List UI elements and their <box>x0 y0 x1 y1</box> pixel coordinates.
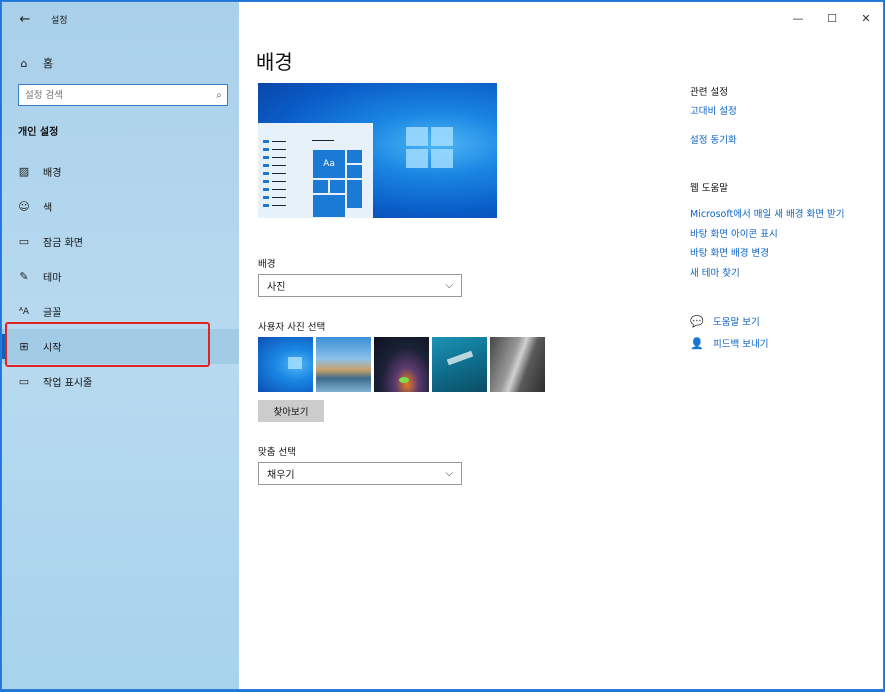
font-icon: ᴬA <box>18 306 30 317</box>
selection-indicator <box>2 334 5 359</box>
high-contrast-link[interactable]: 고대비 설정 <box>690 103 737 117</box>
background-label: 배경 <box>258 259 276 270</box>
back-button[interactable]: ← <box>14 8 36 30</box>
background-dropdown-value: 사진 <box>267 282 286 293</box>
home-nav-item[interactable]: ⌂ 홈 <box>2 50 239 76</box>
sidebar-item-lock-screen[interactable]: ▭ 잠금 화면 <box>2 224 239 259</box>
home-icon: ⌂ <box>20 56 28 70</box>
back-arrow-icon: ← <box>19 11 31 27</box>
sidebar-item-label: 시작 <box>43 343 62 354</box>
find-themes-link[interactable]: 새 테마 찾기 <box>690 265 740 279</box>
thumbnail-windows[interactable] <box>258 337 313 392</box>
tiles-preview: Aa <box>312 145 368 218</box>
sync-settings-link[interactable]: 설정 동기화 <box>690 132 737 146</box>
daily-wallpaper-link[interactable]: Microsoft에서 매일 새 배경 화면 받기 <box>690 206 844 220</box>
sidebar-item-colors[interactable]: ☺ 색 <box>2 189 239 224</box>
fit-label: 맞춤 선택 <box>258 447 296 458</box>
sidebar-item-themes[interactable]: ✎ 테마 <box>2 259 239 294</box>
sidebar-item-label: 글꼴 <box>43 308 62 319</box>
feedback-link[interactable]: 피드백 보내기 <box>713 336 768 350</box>
sidebar-item-label: 배경 <box>43 168 62 179</box>
start-menu-preview: Aa <box>258 123 373 218</box>
change-background-link[interactable]: 바탕 화면 배경 변경 <box>690 245 769 259</box>
fit-dropdown-value: 채우기 <box>267 470 295 481</box>
fit-dropdown[interactable]: 채우기 ⌵ <box>258 462 462 485</box>
lock-screen-icon: ▭ <box>18 235 30 248</box>
thumbnail-rock[interactable] <box>490 337 545 392</box>
preview-tile: Aa <box>312 149 346 179</box>
sidebar-item-label: 잠금 화면 <box>43 238 83 249</box>
sidebar-nav: ▨ 배경 ☺ 색 ▭ 잠금 화면 ✎ 테마 ᴬA 글꼴 ⊞ 시작 ▭ 작업 표시… <box>2 154 239 399</box>
background-preview: Aa <box>258 83 497 218</box>
sidebar-item-label: 작업 표시줄 <box>43 378 93 389</box>
get-help-link[interactable]: 도움말 보기 <box>713 314 760 328</box>
thumbnail-underwater[interactable] <box>432 337 487 392</box>
app-title: 설정 <box>51 16 68 26</box>
taskbar-icon: ▭ <box>18 375 30 388</box>
choose-picture-label: 사용자 사진 선택 <box>258 322 326 333</box>
thumbnail-beach[interactable] <box>316 337 371 392</box>
help-chat-icon: 💬 <box>690 314 704 328</box>
related-settings-title: 관련 설정 <box>690 87 728 98</box>
theme-brush-icon: ✎ <box>19 270 29 283</box>
thumbnail-night-sky[interactable] <box>374 337 429 392</box>
main-content: 배경 Aa 배경 사진 ⌵ 사용자 사진 선택 찾아보기 맞춤 선택 채우기 ⌵… <box>239 2 883 689</box>
app-list-preview <box>263 140 287 218</box>
title-bar-left: ← 설정 <box>2 2 239 36</box>
sidebar-item-fonts[interactable]: ᴬA 글꼴 <box>2 294 239 329</box>
search-input[interactable] <box>19 85 211 105</box>
page-title: 배경 <box>256 50 293 74</box>
section-title: 개인 설정 <box>18 127 59 138</box>
feedback-row[interactable]: 👤 피드백 보내기 <box>690 336 768 351</box>
chevron-down-icon: ⌵ <box>445 468 453 479</box>
sidebar-item-start[interactable]: ⊞ 시작 <box>2 329 239 364</box>
sidebar: ← 설정 ⌂ 홈 ⌕ 개인 설정 ▨ 배경 ☺ 색 ▭ 잠금 화면 <box>2 2 239 689</box>
sidebar-item-label: 색 <box>43 203 53 214</box>
search-icon[interactable]: ⌕ <box>211 90 227 101</box>
picture-thumbnails <box>258 337 545 392</box>
windows-logo-icon <box>406 127 454 169</box>
search-box: ⌕ <box>18 84 228 106</box>
background-dropdown[interactable]: 사진 ⌵ <box>258 274 462 297</box>
browse-button[interactable]: 찾아보기 <box>258 400 324 422</box>
sidebar-item-background[interactable]: ▨ 배경 <box>2 154 239 189</box>
sidebar-item-taskbar[interactable]: ▭ 작업 표시줄 <box>2 364 239 399</box>
feedback-person-icon: 👤 <box>690 336 704 350</box>
chevron-down-icon: ⌵ <box>445 280 453 291</box>
sidebar-item-label: 테마 <box>43 273 62 284</box>
picture-icon: ▨ <box>18 165 30 178</box>
settings-window: ← 설정 ⌂ 홈 ⌕ 개인 설정 ▨ 배경 ☺ 색 ▭ 잠금 화면 <box>1 1 884 690</box>
home-label: 홈 <box>43 57 54 70</box>
desktop-icons-link[interactable]: 바탕 화면 아이콘 표시 <box>690 226 778 240</box>
palette-icon: ☺ <box>18 200 30 213</box>
start-menu-icon: ⊞ <box>19 340 29 353</box>
get-help-row[interactable]: 💬 도움말 보기 <box>690 314 760 329</box>
web-help-title: 웹 도움말 <box>690 183 728 194</box>
